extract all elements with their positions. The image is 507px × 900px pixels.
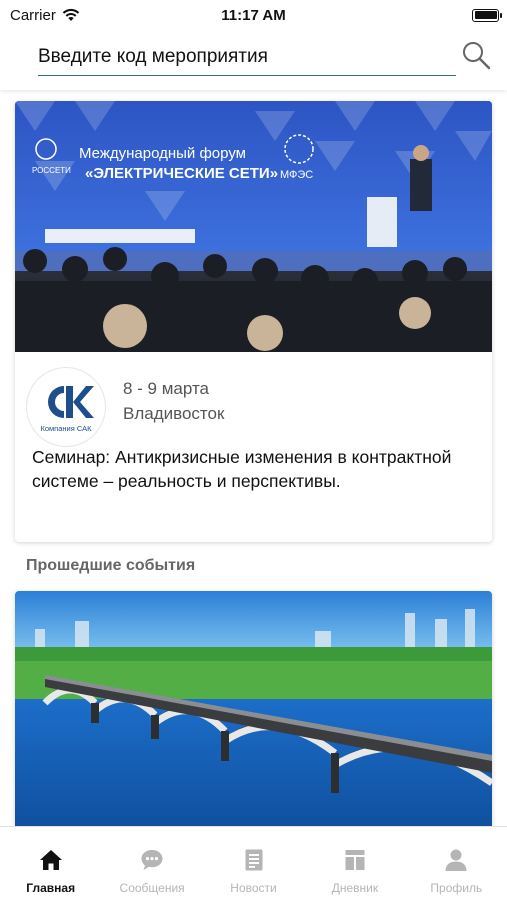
home-icon bbox=[39, 850, 62, 870]
event-card[interactable]: Международный форум «ЭЛЕКТРИЧЕСКИЕ СЕТИ»… bbox=[15, 101, 492, 542]
past-event-card[interactable] bbox=[15, 591, 492, 831]
event-photo-illustration: Международный форум «ЭЛЕКТРИЧЕСКИЕ СЕТИ»… bbox=[15, 101, 492, 352]
document-icon bbox=[245, 849, 263, 871]
search-bar bbox=[0, 30, 507, 90]
tab-home[interactable]: Главная bbox=[0, 827, 101, 900]
organizer-logo-caption: Компания САК bbox=[40, 423, 92, 433]
banner-logo-right: МФЭС bbox=[280, 169, 313, 181]
wifi-icon bbox=[62, 8, 80, 21]
event-title: Семинар: Антикризисные изменения в контр… bbox=[32, 447, 452, 491]
event-code-input[interactable] bbox=[38, 42, 456, 76]
status-left: Carrier bbox=[10, 7, 80, 24]
search-icon[interactable] bbox=[461, 40, 491, 70]
organizer-logo: Компания САК bbox=[27, 368, 105, 446]
tab-diary-label: Дневник bbox=[331, 881, 379, 895]
event-date: 8 - 9 марта bbox=[123, 379, 210, 398]
tab-profile-label: Профиль bbox=[430, 881, 483, 895]
tab-news[interactable]: Новости bbox=[203, 827, 304, 900]
tab-bar: Главная Сообщения Новости Дневник Профил… bbox=[0, 826, 507, 900]
banner-line-1: Международный форум bbox=[79, 145, 246, 162]
grid-icon bbox=[345, 850, 365, 870]
user-icon bbox=[445, 849, 467, 871]
chat-icon bbox=[141, 850, 163, 870]
tab-news-label: Новости bbox=[230, 881, 277, 895]
organizer-logo-mark bbox=[48, 385, 94, 418]
event-city: Владивосток bbox=[123, 404, 225, 423]
banner-line-2: «ЭЛЕКТРИЧЕСКИЕ СЕТИ» bbox=[85, 165, 278, 182]
tab-diary[interactable]: Дневник bbox=[304, 827, 405, 900]
status-bar: Carrier 11:17 AM bbox=[0, 0, 507, 30]
tab-messages-label: Сообщения bbox=[119, 881, 185, 895]
past-event-photo bbox=[15, 591, 492, 831]
event-info: Компания САК 8 - 9 марта Владивосток Сем… bbox=[15, 352, 492, 542]
carrier-label: Carrier bbox=[10, 6, 56, 24]
banner-logo-left: РОССЕТИ bbox=[32, 166, 71, 175]
tab-profile[interactable]: Профиль bbox=[406, 827, 507, 900]
past-events-heading: Прошедшие события bbox=[26, 557, 196, 574]
battery-icon bbox=[472, 8, 502, 22]
tab-messages[interactable]: Сообщения bbox=[101, 827, 202, 900]
tab-home-label: Главная bbox=[26, 881, 76, 895]
event-photo: Международный форум «ЭЛЕКТРИЧЕСКИЕ СЕТИ»… bbox=[15, 101, 492, 352]
